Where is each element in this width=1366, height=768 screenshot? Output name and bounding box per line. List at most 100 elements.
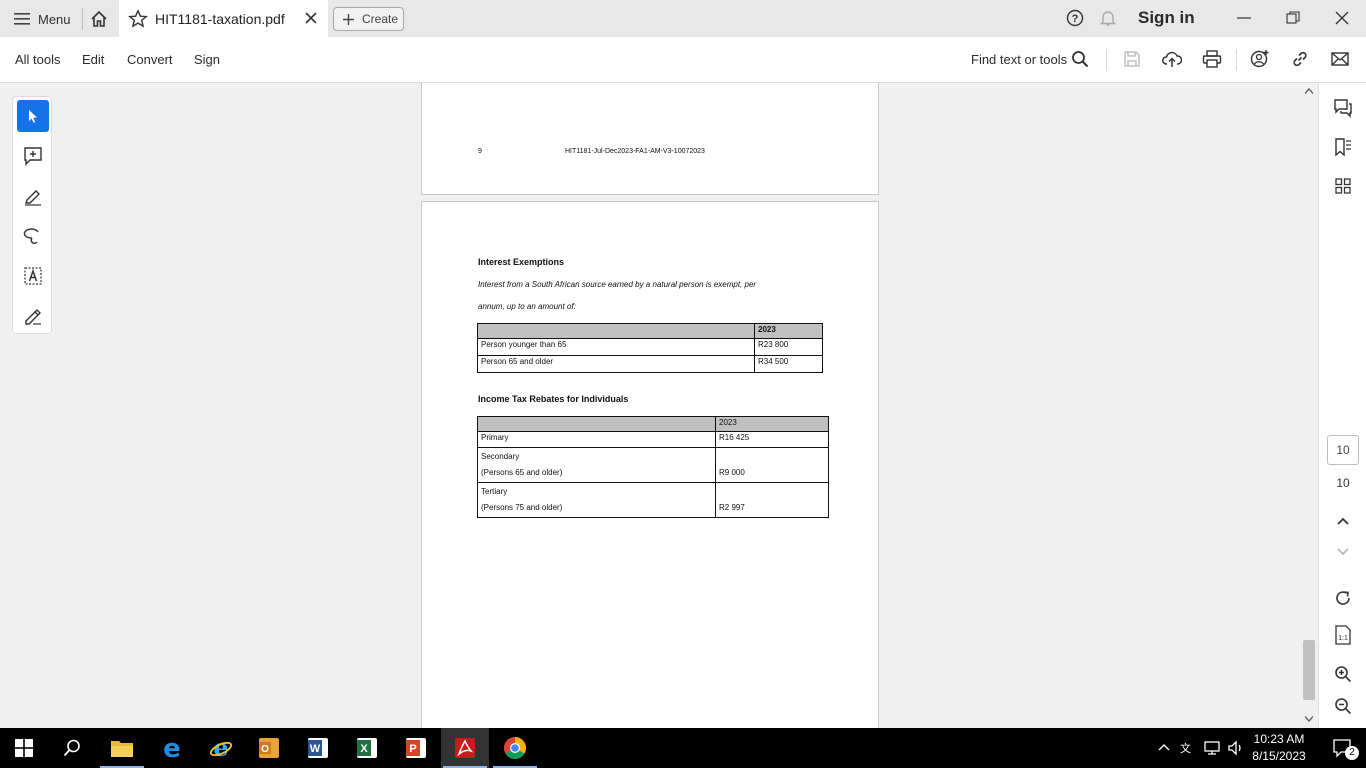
rebates-table: 2023 Primary R16 425 Secondary (Persons … xyxy=(477,416,829,518)
link-icon xyxy=(1293,51,1307,67)
taskbar-search-button[interactable] xyxy=(48,728,96,768)
chevron-down-icon xyxy=(1337,548,1349,556)
divider xyxy=(1106,49,1107,71)
edit-menu[interactable]: Edit xyxy=(82,52,104,67)
help-icon[interactable]: ? xyxy=(1066,9,1084,27)
upload-button[interactable] xyxy=(1161,48,1183,70)
previous-page-button[interactable] xyxy=(1331,509,1355,533)
powerpoint-icon: P xyxy=(406,738,426,758)
rotate-button[interactable] xyxy=(1331,586,1355,610)
next-page-button[interactable] xyxy=(1331,540,1355,564)
sign-menu[interactable]: Sign xyxy=(194,52,220,67)
select-tool[interactable] xyxy=(17,100,49,132)
search-icon xyxy=(1072,51,1089,68)
email-button[interactable] xyxy=(1329,48,1351,70)
menu-button[interactable]: Menu xyxy=(8,6,77,32)
zoom-in-button[interactable] xyxy=(1331,662,1355,686)
zoom-out-button[interactable] xyxy=(1331,694,1355,718)
save-button[interactable] xyxy=(1121,48,1143,70)
scroll-up-icon[interactable] xyxy=(1304,87,1314,95)
print-button[interactable] xyxy=(1201,48,1223,70)
taskbar-file-explorer[interactable] xyxy=(98,728,146,768)
create-button[interactable]: Create xyxy=(333,7,404,31)
vertical-scrollbar[interactable] xyxy=(1300,83,1318,728)
table-cell-label: Person younger than 65 xyxy=(477,338,755,356)
sign-tool[interactable] xyxy=(17,300,49,332)
table-header-row: 2023 xyxy=(477,416,829,432)
bell-icon[interactable] xyxy=(1099,9,1117,27)
interest-heading: Interest Exemptions xyxy=(478,257,565,267)
comment-add-icon xyxy=(24,147,42,166)
taskbar-clock[interactable]: 10:23 AM 8/15/2023 xyxy=(1244,731,1314,765)
copy-link-button[interactable] xyxy=(1289,48,1311,70)
share-user-button[interactable] xyxy=(1249,48,1271,70)
taskbar-chrome[interactable] xyxy=(491,728,539,768)
pdf-page-9: 9 HIT1181-Jul-Dec2023-FA1-AM-V3-10072023 xyxy=(421,83,879,195)
show-hidden-icons-icon[interactable] xyxy=(1157,742,1171,752)
find-text-button[interactable]: Find text or tools xyxy=(971,52,1067,67)
page-number-input[interactable]: 10 xyxy=(1327,435,1359,465)
taskbar-internet-explorer[interactable]: e xyxy=(197,728,245,768)
divider xyxy=(1236,49,1237,71)
minimize-button[interactable] xyxy=(1234,8,1254,28)
taskbar-edge[interactable]: e xyxy=(148,728,196,768)
page-footer-code: HIT1181-Jul-Dec2023-FA1-AM-V3-10072023 xyxy=(565,148,705,155)
scroll-down-icon[interactable] xyxy=(1304,715,1314,723)
rotate-icon xyxy=(1336,591,1350,605)
language-icon[interactable]: 文 xyxy=(1180,740,1198,756)
document-viewer[interactable]: 9 HIT1181-Jul-Dec2023-FA1-AM-V3-10072023… xyxy=(0,83,1318,728)
acrobat-icon xyxy=(455,738,475,758)
divider xyxy=(82,8,83,30)
table-cell-label: Primary xyxy=(477,431,716,448)
volume-icon[interactable] xyxy=(1227,740,1245,756)
save-icon xyxy=(1124,51,1140,67)
grid-icon xyxy=(1335,178,1351,194)
svg-text:文: 文 xyxy=(1180,741,1191,755)
clock-date: 8/15/2023 xyxy=(1252,749,1306,763)
zoom-out-icon xyxy=(1335,698,1352,715)
fit-page-icon: 1:1 xyxy=(1335,625,1351,645)
row-label-line-2: (Persons 75 and older) xyxy=(481,503,563,512)
table-cell-value: R34 500 xyxy=(754,355,823,373)
action-center-button[interactable]: 2 xyxy=(1318,728,1366,768)
star-icon[interactable] xyxy=(128,9,148,29)
taskbar-outlook[interactable]: O xyxy=(245,728,293,768)
table-row: Secondary (Persons 65 and older) R9 000 xyxy=(477,447,829,483)
sign-in-button[interactable]: Sign in xyxy=(1138,8,1195,28)
minimize-icon xyxy=(1237,17,1251,19)
add-comment-tool[interactable] xyxy=(17,140,49,172)
page-fit-button[interactable]: 1:1 xyxy=(1331,623,1355,647)
all-tools-menu[interactable]: All tools xyxy=(15,52,61,67)
notification-count-badge: 2 xyxy=(1345,746,1359,760)
taskbar-powerpoint[interactable]: P xyxy=(392,728,440,768)
restore-button[interactable] xyxy=(1283,8,1303,28)
scrollbar-thumb[interactable] xyxy=(1303,640,1315,700)
text-tool[interactable] xyxy=(17,260,49,292)
rebates-heading: Income Tax Rebates for Individuals xyxy=(478,394,629,404)
comments-button[interactable] xyxy=(1331,96,1355,120)
bookmarks-button[interactable] xyxy=(1331,135,1355,159)
table-cell xyxy=(477,323,755,339)
close-window-button[interactable] xyxy=(1332,8,1352,28)
internet-explorer-icon: e xyxy=(209,736,233,760)
taskbar-excel[interactable]: X xyxy=(343,728,391,768)
home-button[interactable] xyxy=(86,6,112,32)
comments-icon xyxy=(1334,99,1352,118)
network-icon[interactable] xyxy=(1204,740,1222,756)
highlight-tool[interactable] xyxy=(17,180,49,212)
taskbar-acrobat[interactable] xyxy=(441,728,489,768)
table-cell-label: Secondary (Persons 65 and older) xyxy=(477,447,716,483)
convert-menu[interactable]: Convert xyxy=(127,52,173,67)
start-button[interactable] xyxy=(0,728,48,768)
thumbnails-button[interactable] xyxy=(1331,174,1355,198)
interest-exemption-table: 2023 Person younger than 65 R23 800 Pers… xyxy=(477,323,823,373)
close-tab-icon[interactable] xyxy=(304,11,318,25)
close-icon xyxy=(1335,11,1349,25)
search-button[interactable] xyxy=(1069,48,1091,70)
title-bar: Menu HIT1181-taxation.pdf Create ? Sign … xyxy=(0,0,1366,37)
search-icon xyxy=(63,739,80,757)
restore-icon xyxy=(1286,11,1300,24)
draw-tool[interactable] xyxy=(17,220,49,252)
taskbar-word[interactable]: W xyxy=(294,728,342,768)
document-tab[interactable]: HIT1181-taxation.pdf xyxy=(119,0,328,37)
